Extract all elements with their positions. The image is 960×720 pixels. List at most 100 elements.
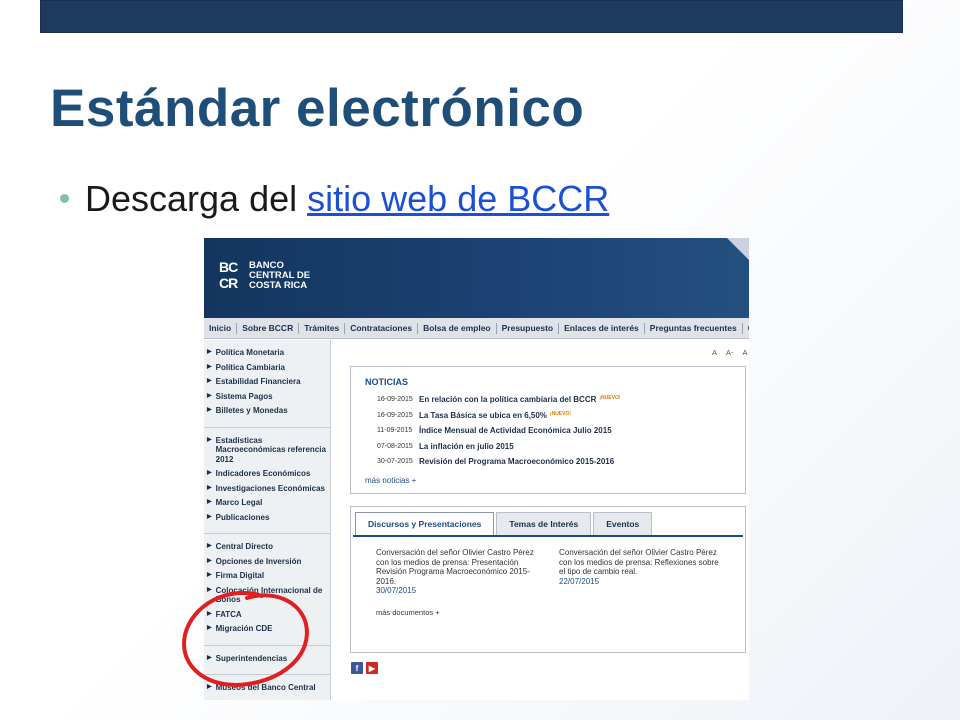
sidebar-item-label: Opciones de Inversión xyxy=(215,556,302,566)
news-title: NOTICIAS xyxy=(365,377,409,387)
news-list: 16-09-2015 En relación con la política c… xyxy=(377,395,621,473)
sidebar-item-politica-monetaria[interactable]: ▶ Política Monetaria xyxy=(204,346,330,361)
nav-item-tramites[interactable]: Trámites xyxy=(299,322,346,334)
news-headline[interactable]: Índice Mensual de Actividad Económica Ju… xyxy=(419,426,612,435)
triangle-right-icon: ▶ xyxy=(207,586,212,593)
news-item[interactable]: 07-08-2015 La inflación en julio 2015 xyxy=(377,442,621,458)
new-badge: ¡NUEVO! xyxy=(599,395,621,401)
nav-item-co[interactable]: Co xyxy=(743,323,749,334)
sidebar-item-label: Billetes y Monedas xyxy=(215,406,288,415)
bank-name-line: COSTA RICA xyxy=(249,280,308,291)
news-item[interactable]: 30-07-2015 Revisión del Programa Macroec… xyxy=(377,457,621,473)
sidebar-item-label: Superintendencias xyxy=(215,653,288,663)
sidebar-group: ▶ Política Monetaria ▶ Política Cambiaria … xyxy=(204,340,330,428)
bccr-logo-icon[interactable]: BC CR xyxy=(219,260,245,292)
bccr-site-link[interactable]: sitio web de BCCR xyxy=(307,178,609,220)
sidebar-item-fatca[interactable]: ▶ FATCA xyxy=(204,608,330,623)
news-headline[interactable]: En relación con la política cambiaria de… xyxy=(419,395,596,404)
new-badge: ¡NUEVO! xyxy=(549,410,572,417)
facebook-icon[interactable]: f xyxy=(351,662,363,674)
nav-item-inicio[interactable]: Inicio xyxy=(204,322,238,334)
document-item[interactable]: Conversación del señor Olivier Castro Pé… xyxy=(376,548,536,596)
documents-panel: Discursos y Presentaciones Temas de Inte… xyxy=(350,506,746,653)
document-text[interactable]: Conversación del señor Olivier Castro Pé… xyxy=(376,548,536,586)
social-links: f ▶ xyxy=(351,662,378,674)
sidebar-group: ▶ Central Directo ▶ Opciones de Inversión … xyxy=(204,534,330,646)
bccr-website-screenshot: BC CR BANCO CENTRAL DE COSTA RICA Inicio… xyxy=(204,238,749,700)
nav-item-presupuesto[interactable]: Presupuesto xyxy=(497,322,560,334)
triangle-right-icon: ▶ xyxy=(207,484,212,491)
sidebar-item-publicaciones[interactable]: ▶ Publicaciones xyxy=(204,511,330,526)
nav-item-sobre-bccr[interactable]: Sobre BCCR xyxy=(237,322,300,334)
triangle-right-icon: ▶ xyxy=(207,557,212,564)
sidebar-item-label: Publicaciones xyxy=(215,512,270,522)
sidebar-item-migracion-cde[interactable]: ▶ Migración CDE xyxy=(204,622,330,637)
news-headline[interactable]: Revisión del Programa Macroeconómico 201… xyxy=(419,457,614,466)
triangle-right-icon: ▶ xyxy=(207,625,212,631)
tab-discursos[interactable]: Discursos y Presentaciones xyxy=(355,512,495,535)
sidebar-item-label: Museos del Banco Central xyxy=(215,683,316,692)
sidebar-item-central-directo[interactable]: ▶ Central Directo xyxy=(204,540,330,555)
news-item[interactable]: 16-09-2015 La Tasa Básica se ubica en 6,… xyxy=(377,411,621,427)
news-headline[interactable]: La Tasa Básica se ubica en 6,50% xyxy=(419,411,547,420)
more-documents-link[interactable]: más documentos + xyxy=(376,608,440,617)
sidebar-group: ▶ Superintendencias xyxy=(204,646,330,675)
font-size-button[interactable]: A xyxy=(712,348,717,357)
sidebar-item-billetes-monedas[interactable]: ▶ Billetes y Monedas xyxy=(204,404,330,419)
triangle-right-icon: ▶ xyxy=(207,470,212,476)
sidebar-item-label: Indicadores Económicos xyxy=(215,469,311,478)
document-item[interactable]: Conversación del señor Olivier Castro Pé… xyxy=(559,548,719,586)
youtube-icon[interactable]: ▶ xyxy=(366,662,378,674)
site-header: BC CR BANCO CENTRAL DE COSTA RICA xyxy=(204,238,749,318)
document-text[interactable]: Conversación del señor Olivier Castro Pé… xyxy=(559,548,719,577)
main-nav: Inicio Sobre BCCR Trámites Contratacione… xyxy=(204,318,749,339)
font-increase-button[interactable]: A xyxy=(743,348,748,357)
triangle-right-icon: ▶ xyxy=(207,378,212,384)
font-size-tools: A A- A xyxy=(712,348,748,357)
news-date: 11-09-2015 xyxy=(377,427,413,434)
document-date: 30/07/2015 xyxy=(376,586,417,595)
tab-eventos[interactable]: Eventos xyxy=(593,512,653,535)
nav-item-enlaces[interactable]: Enlaces de interés xyxy=(559,322,645,334)
sidebar-item-label: FATCA xyxy=(215,609,242,619)
triangle-right-icon: ▶ xyxy=(207,543,212,549)
sidebar-item-firma-digital[interactable]: ▶ Firma Digital xyxy=(204,569,330,584)
nav-item-preguntas[interactable]: Preguntas frecuentes xyxy=(645,322,743,334)
sidebar-item-museos[interactable]: ▶ Museos del Banco Central xyxy=(204,681,330,696)
triangle-right-icon: ▶ xyxy=(207,513,212,520)
nav-item-bolsa-de-empleo[interactable]: Bolsa de empleo xyxy=(418,322,497,334)
news-panel: NOTICIAS 16-09-2015 En relación con la p… xyxy=(350,366,746,494)
more-news-link[interactable]: más noticias + xyxy=(365,476,416,485)
logo-mark-line: BC xyxy=(219,259,238,275)
news-date: 30-07-2015 xyxy=(377,458,413,465)
sidebar-item-superintendencias[interactable]: ▶ Superintendencias xyxy=(204,652,330,667)
triangle-right-icon: ▶ xyxy=(207,392,212,399)
news-item[interactable]: 16-09-2015 En relación con la política c… xyxy=(377,395,621,411)
triangle-right-icon: ▶ xyxy=(207,363,212,370)
sidebar-item-opciones-inversion[interactable]: ▶ Opciones de Inversión xyxy=(204,555,330,570)
sidebar-item-label: Firma Digital xyxy=(215,571,265,580)
triangle-right-icon: ▶ xyxy=(207,654,212,661)
sidebar-item-label: Estabilidad Financiera xyxy=(215,377,301,386)
triangle-right-icon: ▶ xyxy=(207,407,212,413)
sidebar-item-label: Política Cambiaria xyxy=(215,362,285,372)
sidebar-item-politica-cambiaria[interactable]: ▶ Política Cambiaria xyxy=(204,361,330,376)
news-item[interactable]: 11-09-2015 Índice Mensual de Actividad E… xyxy=(377,426,621,442)
font-decrease-button[interactable]: A- xyxy=(726,348,734,357)
triangle-right-icon: ▶ xyxy=(207,610,212,617)
tab-temas-interes[interactable]: Temas de Interés xyxy=(496,512,592,535)
news-date: 16-09-2015 xyxy=(377,396,413,403)
sidebar-group: ▶ Estadísticas Macroeconómicas referencia… xyxy=(204,428,330,534)
sidebar-item-colocacion-bonos[interactable]: ▶ Colocación Internacional de Bonos xyxy=(204,584,330,608)
triangle-right-icon: ▶ xyxy=(207,572,212,578)
sidebar-item-estadisticas[interactable]: ▶ Estadísticas Macroeconómicas referencia… xyxy=(204,434,330,468)
sidebar-item-sistema-pagos[interactable]: ▶ Sistema Pagos xyxy=(204,390,330,405)
nav-item-contrataciones[interactable]: Contrataciones xyxy=(345,322,419,334)
sidebar-item-indicadores[interactable]: ▶ Indicadores Económicos xyxy=(204,467,330,482)
tab-strip: Discursos y Presentaciones Temas de Inte… xyxy=(353,510,743,537)
bullet-item: Descarga del sitio web de BCCR xyxy=(60,178,609,220)
sidebar-item-estabilidad-financiera[interactable]: ▶ Estabilidad Financiera xyxy=(204,375,330,390)
sidebar-item-investigaciones[interactable]: ▶ Investigaciones Económicas xyxy=(204,482,330,497)
news-headline[interactable]: La inflación en julio 2015 xyxy=(419,442,514,451)
sidebar-item-marco-legal[interactable]: ▶ Marco Legal xyxy=(204,496,330,511)
